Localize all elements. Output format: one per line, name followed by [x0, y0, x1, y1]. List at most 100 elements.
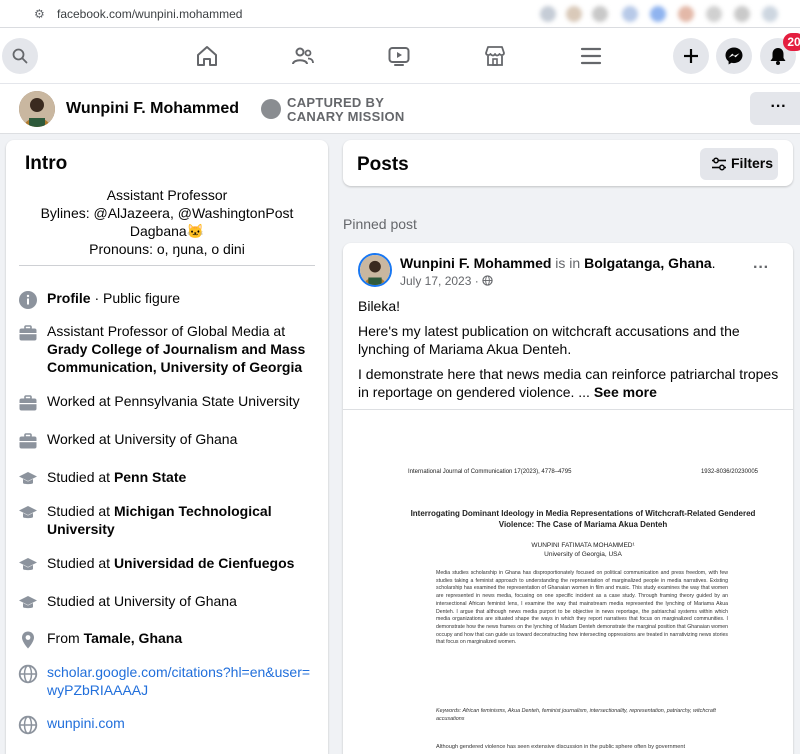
location-pin-icon: [22, 631, 34, 649]
video-icon: [388, 47, 410, 66]
ellipsis-icon: ···: [770, 98, 787, 115]
blurred-extension-icon: [706, 6, 722, 22]
article-affiliation: University of Georgia, USA: [544, 551, 622, 558]
briefcase-icon: [19, 433, 37, 449]
avatar-photo-icon: [360, 255, 390, 285]
work-text: Worked at University of Ghana: [47, 431, 238, 447]
blurred-extension-icon: [540, 6, 556, 22]
bio-line: Assistant Professor: [106, 187, 228, 203]
post-author-name[interactable]: Wunpini F. Mohammed: [400, 255, 551, 271]
education-prefix: Studied at: [47, 555, 114, 571]
browser-url-bar[interactable]: ⚙ facebook.com/wunpini.mohammed: [0, 0, 800, 28]
marketplace-tab[interactable]: [481, 42, 509, 70]
education-school-link[interactable]: Penn State: [114, 469, 186, 485]
bell-icon: [770, 48, 786, 65]
video-tab[interactable]: [385, 42, 413, 70]
education-text: Studied at University of Ghana: [47, 593, 237, 609]
hometown-prefix: From: [47, 630, 84, 646]
create-button[interactable]: [673, 38, 709, 74]
globe-icon: [18, 664, 38, 684]
blurred-extension-icon: [734, 6, 750, 22]
url-text[interactable]: facebook.com/wunpini.mohammed: [57, 7, 242, 21]
intro-bio: Assistant Professor Bylines: @AlJazeera,…: [6, 186, 328, 258]
scholar-link[interactable]: scholar.google.com/citations?hl=en&user=…: [47, 664, 310, 698]
intro-title: Intro: [25, 153, 68, 174]
friends-tab[interactable]: [289, 42, 317, 70]
messenger-icon: [725, 47, 743, 65]
notification-badge: 20: [783, 33, 800, 51]
journal-issn: 1932-8036/20230005: [700, 469, 758, 475]
post-options-icon[interactable]: ···: [753, 259, 769, 277]
hometown-link[interactable]: Tamale, Ghana: [84, 630, 183, 646]
globe-icon: [18, 715, 38, 735]
article-keywords: Keywords: African feminisms, Akua Denteh…: [436, 708, 716, 722]
avatar-photo-icon: [19, 91, 55, 127]
stamp-line-2: CANARY MISSION: [287, 109, 405, 124]
journal-header: International Journal of Communication 1…: [408, 469, 758, 475]
post-attachment-image[interactable]: International Journal of Communication 1…: [343, 409, 793, 754]
intro-card: Intro Assistant Professor Bylines: @AlJa…: [6, 140, 328, 754]
profile-category-label[interactable]: Profile: [47, 290, 91, 306]
profile-more-button[interactable]: ···: [750, 92, 800, 125]
info-icon: [19, 291, 37, 309]
filters-label: Filters: [731, 155, 774, 171]
post-meta: July 17, 2023 ·: [400, 274, 493, 288]
education-prefix: Studied at: [47, 503, 114, 519]
stamp-line-1: CAPTURED BY: [287, 95, 385, 110]
stamp-logo-icon: [261, 99, 281, 119]
site-settings-icon[interactable]: ⚙: [34, 7, 45, 21]
blurred-extension-icon: [678, 6, 694, 22]
work-employer-link[interactable]: Grady College of Journalism and Mass Com…: [47, 341, 305, 375]
article-abstract: Media studies scholarship in Ghana has d…: [436, 570, 728, 646]
journal-citation: International Journal of Communication 1…: [408, 469, 572, 475]
education-school-link[interactable]: Universidad de Cienfuegos: [114, 555, 294, 571]
profile-name[interactable]: Wunpini F. Mohammed: [66, 100, 239, 118]
post-text-paragraph: I demonstrate here that news media can r…: [358, 365, 783, 401]
post-is-in: is in: [551, 255, 585, 271]
public-globe-icon: [482, 275, 493, 286]
post-period: .: [711, 255, 716, 271]
intro-divider: [19, 265, 315, 266]
briefcase-icon: [19, 395, 37, 411]
briefcase-icon: [19, 325, 37, 341]
post-date[interactable]: July 17, 2023 ·: [400, 274, 482, 288]
website-link[interactable]: wunpini.com: [47, 715, 125, 731]
search-icon: [12, 48, 28, 64]
search-button[interactable]: [2, 38, 38, 74]
post-text-paragraph: Here's my latest publication on witchcra…: [358, 323, 740, 357]
blurred-extension-icon: [762, 6, 778, 22]
article-byline: WUNPINI FATIMATA MOHAMMED¹ University of…: [408, 541, 758, 559]
home-tab[interactable]: [193, 42, 221, 70]
work-prefix: Assistant Professor of Global Media at: [47, 323, 286, 339]
article-title: Interrogating Dominant Ideology in Media…: [410, 509, 756, 529]
filters-icon: [712, 157, 726, 171]
top-navigation: [0, 28, 800, 84]
messenger-button[interactable]: [716, 38, 752, 74]
marketplace-icon: [485, 46, 505, 66]
posts-title: Posts: [357, 154, 409, 175]
post-location-link[interactable]: Bolgatanga, Ghana: [584, 255, 712, 271]
posts-header-card: Posts Filters: [343, 140, 793, 186]
blurred-extension-icon: [622, 6, 638, 22]
plus-icon: [684, 49, 698, 63]
filters-button[interactable]: Filters: [700, 148, 778, 180]
bio-line: Dagbana🐱: [129, 223, 205, 239]
profile-category: · Public figure: [90, 290, 181, 306]
blurred-extension-icon: [566, 6, 582, 22]
post-author-avatar[interactable]: [358, 253, 392, 287]
bio-line: Bylines: @AlJazeera, @WashingtonPost: [40, 205, 294, 221]
graduation-cap-icon: [19, 506, 37, 519]
graduation-cap-icon: [19, 558, 37, 571]
profile-avatar[interactable]: [19, 91, 55, 127]
bio-line: Pronouns: o, ŋuna, o dini: [89, 241, 245, 257]
post-text-line: Bileka!: [358, 298, 401, 314]
menu-tab[interactable]: [577, 42, 605, 70]
profile-header-bar: Wunpini F. Mohammed CAPTURED BY CANARY M…: [0, 84, 800, 134]
blurred-extension-icon: [650, 6, 666, 22]
graduation-cap-icon: [19, 472, 37, 485]
hamburger-menu-icon: [580, 47, 602, 65]
post-text-excerpt: I demonstrate here that news media can r…: [358, 366, 779, 400]
post-author-line: Wunpini F. Mohammed is in Bolgatanga, Gh…: [400, 255, 716, 271]
friends-icon: [292, 47, 314, 65]
see-more-link[interactable]: See more: [590, 384, 657, 400]
